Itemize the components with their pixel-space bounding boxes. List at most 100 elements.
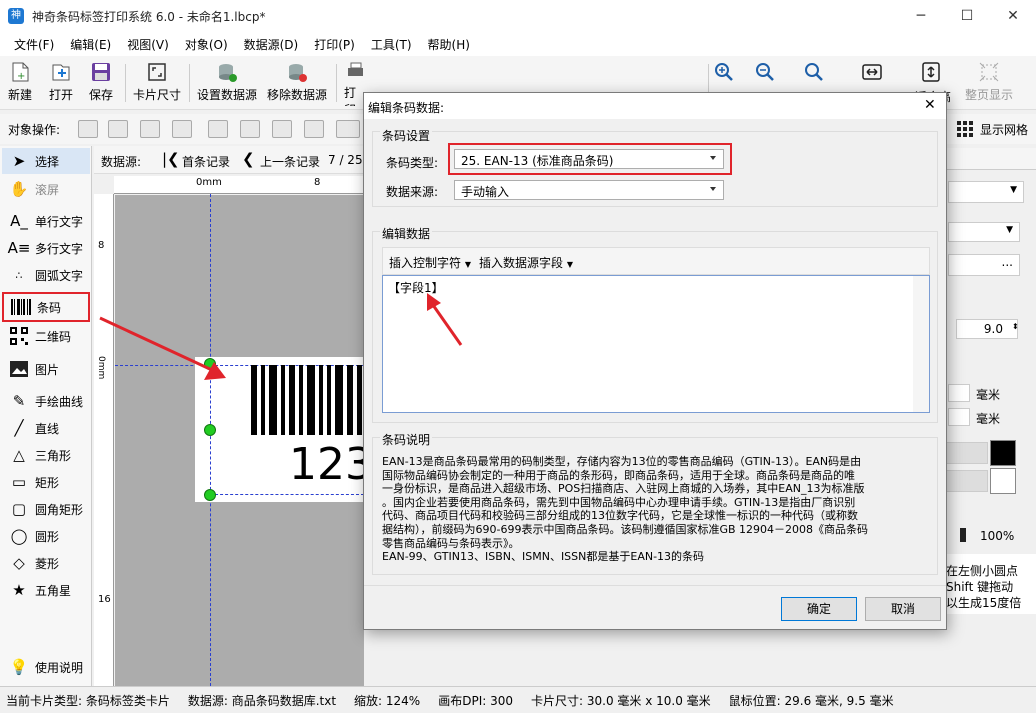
menu-tools[interactable]: 工具(T) [363,36,420,53]
prev-record-button[interactable]: 上一条记录 [260,153,320,170]
window-title: 神奇条码标签打印系统 6.0 - 未命名1.lbcp* [32,9,266,24]
menu-view[interactable]: 视图(V) [119,36,177,53]
description-line: 零售商品编码与条码表示》。 [382,536,520,550]
grid-icon[interactable] [956,120,974,138]
edit-data-title: 编辑数据 [380,225,433,242]
close-button[interactable]: ✕ [990,0,1036,32]
insert-datasource-field-button[interactable]: 插入数据源字段 ▼ [479,254,573,271]
hint-line: Shift 键拖动 [946,580,1014,594]
barcode-type-select[interactable]: 25. EAN-13 (标准商品条码) [454,149,724,169]
description-line: 国际物品编码协会制定的一种用于商品的条形码，即商品条码，适用于全球。商品条码是商… [382,468,855,482]
maximize-button[interactable]: ☐ [944,0,990,32]
spinner-icon[interactable]: ⬍ [1012,322,1019,331]
tool-freehand[interactable]: ✎ 手绘曲线 [2,388,90,414]
align-top-icon[interactable] [304,120,324,138]
property-combo[interactable]: ▼ [948,181,1024,203]
tool-label: 滚屏 [35,182,60,197]
align-center-icon[interactable] [240,120,260,138]
menu-object[interactable]: 对象(O) [177,36,236,53]
property-combo[interactable]: ▼ [948,222,1020,242]
menu-file[interactable]: 文件(F) [6,36,62,53]
textarea-scrollbar[interactable] [913,276,929,412]
rounded-rectangle-icon: ▢ [11,500,27,518]
background-color-swatch[interactable] [990,468,1016,494]
first-record-icon[interactable]: |❮ [162,150,180,168]
tool-image[interactable]: 图片 [2,356,90,382]
layer-up-icon[interactable] [108,120,128,138]
chevron-down-icon [710,156,716,160]
ok-button[interactable]: 确定 [781,597,857,621]
menu-edit[interactable]: 编辑(E) [62,36,119,53]
opacity-slider-thumb[interactable] [960,528,966,542]
toolbar-divider [336,64,337,102]
tool-line[interactable]: ╱ 直线 [2,415,90,441]
remove-datasource-button[interactable]: 移除数据源 [267,60,327,106]
tool-rounded-rectangle[interactable]: ▢ 圆角矩形 [2,496,90,522]
tool-label: 矩形 [35,475,60,490]
layer-down-icon[interactable] [140,120,160,138]
cancel-button[interactable]: 取消 [865,597,941,621]
top-ruler: 0mm 8 [114,176,364,194]
tool-label: 选择 [35,154,60,169]
new-button[interactable]: + 新建 [8,60,32,106]
browse-button[interactable]: ... [948,254,1020,276]
distribute-icon[interactable] [336,120,360,138]
layer-bottom-icon[interactable] [172,120,192,138]
menu-help[interactable]: 帮助(H) [420,36,478,53]
minimize-button[interactable]: ─ [898,0,944,32]
color-button[interactable] [946,470,988,492]
resize-handle[interactable] [204,489,216,501]
save-button[interactable]: 保存 [89,60,113,106]
description-line: 。国内企业若要使用商品条码，需先到中国物品编码中心办理申请手续。GTIN-13是… [382,495,856,509]
database-remove-icon [285,60,309,84]
tool-single-line-text[interactable]: A_ 单行文字 [2,208,90,234]
fit-page-button[interactable]: 整页显示 [965,60,1013,106]
tool-triangle[interactable]: △ 三角形 [2,442,90,468]
color-button[interactable] [946,442,988,464]
app-icon: 神 [8,8,24,24]
barcode-description-title: 条码说明 [380,431,433,448]
tool-scroll[interactable]: ✋ 滚屏 [2,176,90,202]
tool-panel: ➤ 选择 ✋ 滚屏 A_ 单行文字 A≡ 多行文字 ∴ 圆弧文字 条码 二维码 图片 ✎ 手… [0,146,92,686]
tool-diamond[interactable]: ◇ 菱形 [2,550,90,576]
align-left-icon[interactable] [208,120,228,138]
layer-icon[interactable] [78,120,98,138]
unit-label: 毫米 [976,412,1001,426]
print-preview-icon [344,60,363,82]
menu-datasource[interactable]: 数据源(D) [236,36,307,53]
tool-select[interactable]: ➤ 选择 [2,148,90,174]
description-line: 一身份标识，是商品进入超级市场、POS扫描商店、入驻网上商城的入场券，其中EAN… [382,482,865,496]
align-right-icon[interactable] [272,120,292,138]
set-datasource-button[interactable]: 设置数据源 [197,60,257,106]
tool-circle[interactable]: ◯ 圆形 [2,523,90,549]
tool-star[interactable]: ★ 五角星 [2,577,90,603]
data-source-select[interactable]: 手动输入 [454,180,724,200]
title-bar: 神 神奇条码标签打印系统 6.0 - 未命名1.lbcp* ─ ☐ ✕ [0,0,1036,32]
diamond-icon: ◇ [13,554,25,572]
open-button[interactable]: 打开 [49,60,73,106]
show-grid-label[interactable]: 显示网格 [980,121,1028,138]
print-preview-button[interactable]: 打印预 [344,60,363,106]
tool-qrcode[interactable]: 二维码 [2,323,90,349]
open-label: 打开 [49,88,74,102]
tool-rectangle[interactable]: ▭ 矩形 [2,469,90,495]
card-size-button[interactable]: 卡片尺寸 [133,60,181,106]
insert-control-char-button[interactable]: 插入控制字符 ▼ [389,254,471,271]
menu-bar: 文件(F) 编辑(E) 视图(V) 对象(O) 数据源(D) 打印(P) 工具(… [0,32,1036,56]
resize-handle[interactable] [204,424,216,436]
data-source-value: 手动输入 [461,185,510,199]
position-x-input[interactable] [948,384,970,402]
tool-help[interactable]: 💡 使用说明 [2,654,90,680]
font-size-input[interactable]: 9.0 [956,319,1018,339]
menu-print[interactable]: 打印(P) [306,36,363,53]
first-record-button[interactable]: 首条记录 [182,153,230,170]
tool-multi-line-text[interactable]: A≡ 多行文字 [2,235,90,261]
foreground-color-swatch[interactable] [990,440,1016,466]
tool-barcode[interactable]: 条码 [2,292,90,322]
unit-label: 毫米 [976,388,1001,402]
position-y-input[interactable] [948,408,970,426]
prev-record-icon[interactable]: ❮ [242,150,255,168]
tool-arc-text[interactable]: ∴ 圆弧文字 [2,262,90,288]
tool-label: 三角形 [35,448,72,463]
dialog-close-icon[interactable]: ✕ [924,97,936,113]
